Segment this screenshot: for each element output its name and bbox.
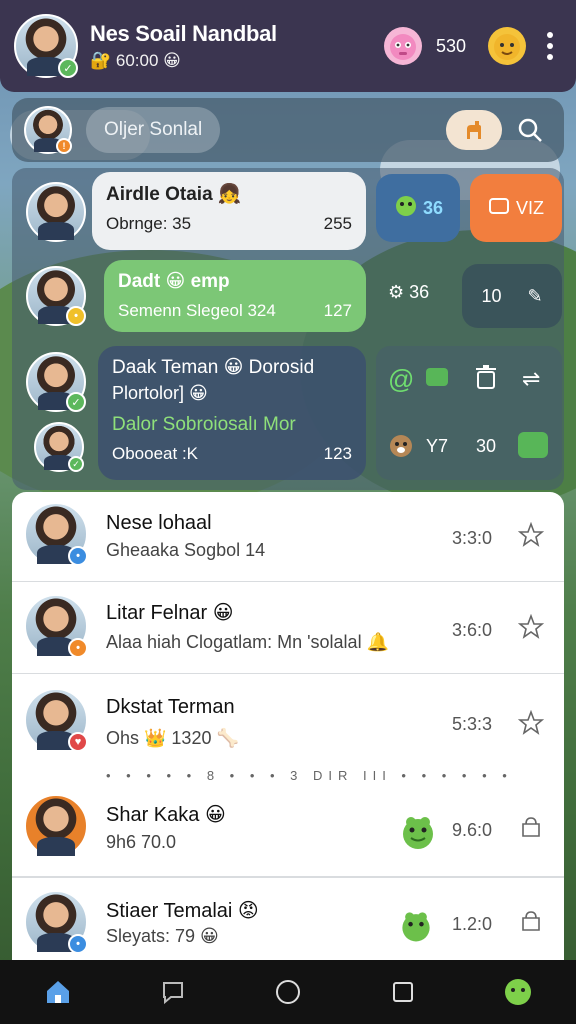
verified-badge-icon: ✓ (58, 58, 78, 78)
list-item[interactable]: Shar Kaka 😀 9h6 70.0 9.6:0 (12, 784, 564, 878)
group-item-sub: Obooeat :K (112, 444, 199, 463)
group-panel: Airdle Otaia 👧 Obrnge: 35 255 36 VIZ • Da… (12, 168, 564, 490)
green-creature-icon[interactable] (496, 970, 540, 1014)
search-avatar[interactable]: ! (24, 106, 72, 154)
home-icon[interactable] (36, 970, 80, 1014)
app-title: Nes Soail Nandbal (90, 21, 277, 46)
star-icon[interactable] (516, 520, 546, 550)
group-avatar-1[interactable] (26, 182, 86, 242)
app-subtitle: 🔐 60:00 😀 (90, 51, 181, 70)
contact-preview: Alaa hiah Clogatlam: Mn 'solalal 🔔 (106, 632, 389, 652)
pink-monster-icon[interactable] (383, 27, 422, 65)
chat-green-icon[interactable] (426, 368, 448, 386)
status-badge-icon: ✓ (68, 456, 84, 472)
group-tile-4[interactable]: 10 ✎ (462, 264, 562, 328)
status-badge-icon: • (68, 546, 88, 566)
contact-preview: Gheaaka Sogbol 14 (106, 540, 266, 560)
contact-avatar: • (24, 890, 88, 954)
group-item-sub: Obrnge: 35 (106, 214, 192, 233)
bag-icon[interactable] (516, 906, 546, 936)
bottom-navigation (0, 960, 576, 1024)
dog-icon (386, 430, 416, 465)
contact-name: Dkstat Terman (106, 696, 235, 718)
status-badge-icon: ♥ (68, 732, 88, 752)
contact-avatar: • (24, 594, 88, 658)
contact-name: Litar Felnar 😀 (106, 602, 234, 624)
group-item-count: 255 (323, 214, 352, 233)
group-item-name: Daak Teman 😀 Dorosid (112, 357, 315, 378)
contact-avatar: • (24, 502, 88, 566)
group-item-2[interactable]: Dadt 😀 emp Semenn Slegeol 324 127 (104, 260, 366, 332)
at-icon[interactable]: @ (388, 364, 414, 395)
contact-time: 1.2:0 (451, 914, 492, 934)
contact-time: 5:3:3 (451, 714, 492, 734)
contact-preview: 9h6 70.0 (106, 832, 177, 852)
search-bar: ! Oljer Sonlal (12, 98, 564, 162)
contact-preview: Ohs 👑 1320 🦴 (106, 728, 239, 748)
group-tile-2[interactable]: VIZ (470, 174, 562, 242)
green-creature-icon (393, 192, 419, 224)
search-icon[interactable] (508, 108, 552, 152)
group-avatar-3[interactable]: ✓ (26, 352, 86, 412)
group-item-count: 127 (323, 301, 352, 320)
yellow-creature-icon[interactable] (488, 27, 526, 65)
contact-preview: Sleyats: 79 😀 (106, 926, 219, 946)
list-item[interactable]: • Stiaer Temalai 😡 Sleyats: 79 😀 1.2:0 (12, 878, 564, 960)
contact-name: Shar Kaka 😀 (106, 804, 226, 826)
contact-time: 9.6:0 (451, 820, 492, 840)
top-count: 530 (435, 35, 466, 56)
contact-time: 3:3:0 (451, 528, 492, 548)
sort-icon[interactable]: ⇌ (522, 366, 540, 392)
green-chat-icon[interactable] (518, 432, 548, 458)
green-creature-icon (396, 810, 436, 850)
status-badge-icon: • (68, 638, 88, 658)
contact-avatar: ♥ (24, 688, 88, 752)
group-item-sub: Plortolor] 😀 (112, 383, 208, 403)
robot-icon: ⚙ (388, 282, 405, 302)
llama-icon[interactable] (446, 110, 502, 150)
group-avatar-4[interactable]: ✓ (34, 422, 84, 472)
symbol-divider: • • • • • 8 • • • 3 DIR III • • • • • • (106, 768, 513, 783)
status-badge-icon: • (68, 934, 88, 954)
star-icon[interactable] (516, 612, 546, 642)
circle-home-icon[interactable] (266, 970, 310, 1014)
group-item-1[interactable]: Airdle Otaia 👧 Obrnge: 35 255 (92, 172, 366, 250)
contact-name: Stiaer Temalai 😡 (106, 900, 259, 922)
search-input[interactable]: Oljer Sonlal (86, 107, 221, 153)
chat-icon[interactable] (151, 970, 195, 1014)
status-badge-icon: ! (56, 138, 72, 154)
bag-icon[interactable] (516, 812, 546, 842)
top-app-bar: ✓ Nes Soail Nandbal 🔐 60:00 😀 530 (0, 0, 576, 92)
group-actions: @ ⇌ Y7 30 (376, 346, 562, 480)
chat-list: • Nese lohaal Gheaaka Sogbol 14 3:3:0 • … (12, 492, 564, 960)
tile-value: 30 (476, 436, 497, 456)
group-tile-3[interactable]: ⚙ 36 (388, 282, 429, 303)
group-item-name: Dalor Sobroiosalı Mor (112, 414, 296, 435)
contact-avatar (24, 794, 88, 858)
list-item[interactable]: • Litar Felnar 😀 Alaa hiah Clogatlam: Mn… (12, 582, 564, 674)
group-item-name: Airdle Otaia 👧 (106, 184, 242, 205)
star-icon[interactable] (516, 708, 546, 738)
group-item-3[interactable]: Daak Teman 😀 Dorosid Plortolor] 😀 Dalor … (98, 346, 366, 480)
contact-name: Nese lohaal (106, 512, 212, 534)
green-creature-icon (396, 906, 436, 946)
profile-avatar[interactable]: ✓ (14, 14, 78, 78)
square-recent-icon[interactable] (381, 970, 425, 1014)
kebab-menu-icon[interactable] (538, 32, 562, 60)
group-avatar-2[interactable]: • (26, 266, 86, 326)
list-item[interactable]: • Nese lohaal Gheaaka Sogbol 14 3:3:0 (12, 492, 564, 582)
tile-value: Y7 (426, 436, 449, 456)
contact-time: 3:6:0 (451, 620, 492, 640)
group-tile-1[interactable]: 36 (376, 174, 460, 242)
tool-icon: ✎ (527, 285, 543, 306)
box-icon (488, 197, 510, 220)
trash-icon[interactable] (474, 364, 498, 395)
status-badge-icon: • (66, 306, 86, 326)
group-item-count: 123 (323, 444, 352, 463)
group-item-sub: Semenn Slegeol 324 (118, 301, 276, 320)
group-item-name: Dadt 😀 emp (118, 271, 230, 292)
status-badge-icon: ✓ (66, 392, 86, 412)
